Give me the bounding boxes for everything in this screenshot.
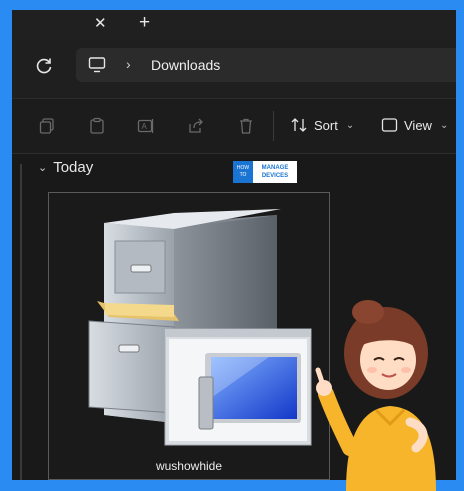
group-header-today[interactable]: ⌄ Today <box>38 159 93 176</box>
sort-button[interactable]: Sort ⌄ <box>290 117 354 133</box>
watermark-text: TO <box>239 172 247 178</box>
chevron-down-icon: ⌄ <box>439 119 449 131</box>
command-bar: A Sort ⌄ View ⌄ <box>12 99 456 154</box>
rename-icon[interactable]: A <box>137 117 155 135</box>
share-icon[interactable] <box>187 117 205 135</box>
watermark-logo: HOW TO MANAGE DEVICES <box>233 161 297 183</box>
watermark-text: MANAGE <box>261 165 289 171</box>
tab-bar: ✕ + <box>12 10 456 40</box>
watermark-text: DEVICES <box>261 173 289 179</box>
chevron-right-icon: › <box>126 56 131 72</box>
scroll-rail[interactable] <box>20 164 22 480</box>
new-tab-button[interactable]: + <box>139 12 150 34</box>
breadcrumb-downloads[interactable]: Downloads <box>151 57 220 73</box>
watermark-text: HOW <box>236 165 250 171</box>
monitor-icon <box>88 57 106 73</box>
paste-icon[interactable] <box>88 117 106 135</box>
toolbar-separator <box>273 111 274 141</box>
view-button[interactable]: View ⌄ <box>381 117 448 133</box>
view-label: View <box>404 117 432 133</box>
refresh-icon[interactable] <box>34 56 54 76</box>
sort-icon <box>291 118 307 132</box>
sort-label: Sort <box>314 117 338 133</box>
delete-icon[interactable] <box>237 117 255 135</box>
file-name-label: wushowhide <box>155 459 223 473</box>
file-item-wushowhide[interactable]: wushowhide <box>48 192 330 480</box>
view-icon <box>381 118 398 132</box>
breadcrumb[interactable]: › Downloads <box>76 48 456 82</box>
chevron-down-icon: ⌄ <box>38 162 48 174</box>
watermark-right: MANAGE DEVICES <box>253 164 297 180</box>
chevron-down-icon: ⌄ <box>345 119 355 131</box>
address-bar: › Downloads <box>12 40 456 99</box>
file-cabinet-computer-icon <box>88 209 312 446</box>
group-label: Today <box>53 159 94 176</box>
tab-close-icon[interactable]: ✕ <box>94 14 107 32</box>
pointing-cartoon-character <box>315 300 436 491</box>
copy-icon[interactable] <box>38 117 56 135</box>
svg-text:A: A <box>142 122 148 131</box>
watermark-left: HOW TO <box>233 161 253 183</box>
